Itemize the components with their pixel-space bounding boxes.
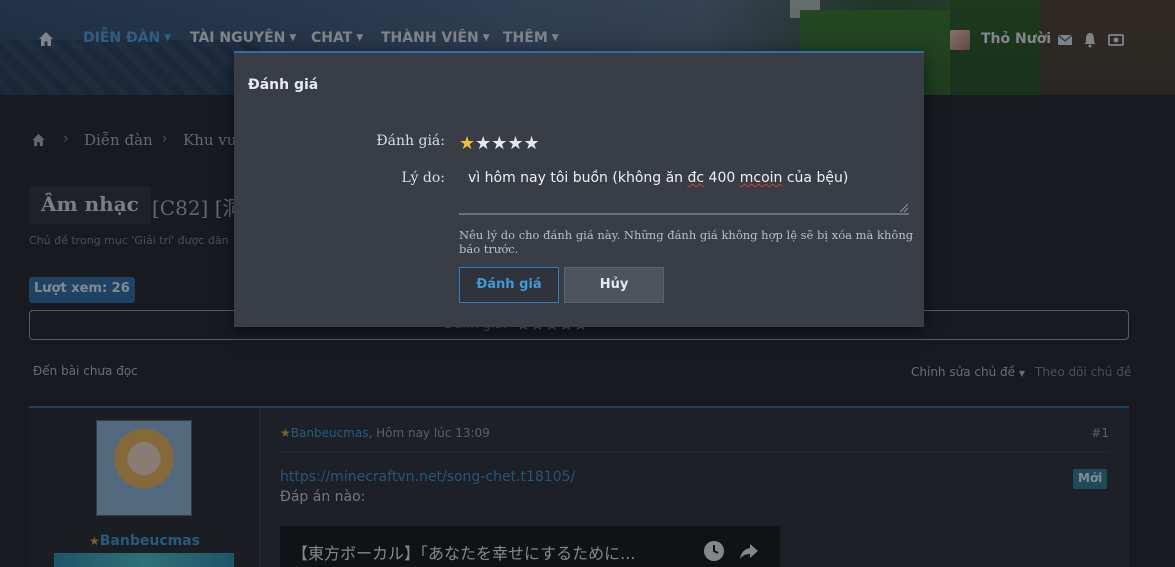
reason-hint: Nêu lý do cho đánh giá này. Những đánh g… bbox=[459, 228, 914, 256]
reason-label: Lý do: bbox=[401, 170, 445, 186]
reason-text-part: mcoin bbox=[739, 170, 783, 186]
rating-label: Đánh giá: bbox=[376, 133, 445, 149]
rating-stars-input[interactable]: ★★★★★ bbox=[459, 133, 540, 154]
reason-textarea[interactable]: vì hôm nay tôi buồn (không ăn đc 400 mco… bbox=[459, 163, 909, 215]
dialog-title: Đánh giá bbox=[248, 77, 319, 93]
rating-dialog: Đánh giá Đánh giá: ★★★★★ Lý do: vì hôm n… bbox=[234, 51, 924, 327]
reason-text-part: 400 bbox=[704, 170, 740, 186]
star-active-icon[interactable]: ★ bbox=[459, 133, 475, 154]
reason-text-part: vì hôm nay tôi buồn (không ăn bbox=[468, 170, 688, 186]
reason-text-part: của bệu) bbox=[782, 170, 849, 186]
star-inactive-icon[interactable]: ★★★★ bbox=[475, 133, 540, 154]
reason-text-value: vì hôm nay tôi buồn (không ăn đc 400 mco… bbox=[468, 170, 848, 186]
cancel-button[interactable]: Hủy bbox=[564, 267, 664, 303]
submit-rating-button[interactable]: Đánh giá bbox=[459, 267, 559, 303]
reason-text-part: đc bbox=[687, 170, 705, 186]
resize-handle-icon[interactable] bbox=[900, 204, 908, 212]
